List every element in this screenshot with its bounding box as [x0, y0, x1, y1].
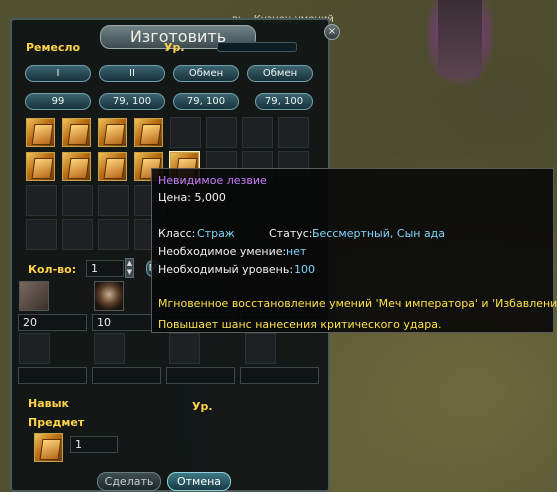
tooltip-price: Цена: 5,000	[158, 191, 226, 204]
recipe-book[interactable]	[134, 118, 163, 147]
material-slot[interactable]	[94, 333, 125, 364]
tab-exchange-1[interactable]: Обмен	[173, 65, 239, 82]
material-slot[interactable]	[19, 333, 50, 364]
tab-1[interactable]: I	[25, 65, 91, 82]
statue	[438, 0, 482, 78]
recipe-book[interactable]	[62, 118, 91, 147]
recipe-book[interactable]	[98, 152, 127, 181]
item-label: Предмет	[28, 416, 85, 429]
level-label: Ур.	[164, 41, 185, 54]
quantity-stepper[interactable]: ▲ ▼	[125, 258, 134, 278]
count-3: 79, 100	[173, 93, 239, 110]
material-slot[interactable]	[169, 333, 200, 364]
tab-2[interactable]: II	[99, 65, 165, 82]
material-sword-icon[interactable]	[19, 281, 49, 311]
recipe-slot[interactable]	[278, 117, 309, 148]
craft-level-bar	[217, 42, 297, 52]
count-4: 79, 100	[255, 93, 313, 110]
craft-label: Ремесло	[26, 41, 81, 54]
tooltip-level-value: 100	[294, 263, 315, 276]
material-count-5	[18, 367, 87, 384]
skill-label: Навык	[28, 397, 70, 410]
tooltip-description-2: Повышает шанс нанесения критического уда…	[158, 318, 442, 331]
tooltip-class-label: Класс:	[158, 227, 196, 240]
tooltip-skill-label: Необходимое умение:	[158, 245, 287, 258]
recipe-book[interactable]	[26, 118, 55, 147]
item-tooltip: Невидимое лезвие Цена: 5,000 Класс: Стра…	[151, 168, 557, 333]
tooltip-status-label: Статус:	[269, 227, 313, 240]
close-button[interactable]: ×	[324, 24, 340, 40]
recipe-slot[interactable]	[242, 117, 273, 148]
recipe-book[interactable]	[62, 152, 91, 181]
recipe-slot[interactable]	[206, 117, 237, 148]
result-item-icon[interactable]	[34, 433, 63, 462]
tab-exchange-2[interactable]: Обмен	[247, 65, 313, 82]
recipe-slot[interactable]	[170, 117, 201, 148]
tooltip-item-name: Невидимое лезвие	[158, 174, 267, 187]
count-1: 99	[25, 93, 91, 110]
recipe-slot[interactable]	[26, 219, 57, 250]
recipe-slot[interactable]	[98, 219, 129, 250]
skill-level-label: Ур.	[192, 400, 213, 413]
cancel-button[interactable]: Отмена	[167, 472, 231, 491]
recipe-book[interactable]	[98, 118, 127, 147]
recipe-slot[interactable]	[98, 185, 129, 216]
recipe-slot[interactable]	[62, 219, 93, 250]
recipe-slot[interactable]	[62, 185, 93, 216]
count-2: 79, 100	[99, 93, 165, 110]
tooltip-description-1: Мгновенное восстановление умений 'Меч им…	[158, 297, 557, 310]
tooltip-class-value: Страж	[197, 227, 235, 240]
make-button[interactable]: Сделать	[97, 472, 161, 491]
result-count: 1	[70, 436, 118, 453]
material-slot[interactable]	[245, 333, 276, 364]
material-count-1: 20	[18, 314, 87, 331]
tooltip-level-label: Необходимый уровень:	[158, 263, 294, 276]
recipe-slot[interactable]	[26, 185, 57, 216]
tooltip-status-value: Бессмертный, Сын ада	[312, 227, 446, 240]
tooltip-skill-value: нет	[286, 245, 307, 258]
material-count-8	[240, 367, 319, 384]
quantity-label: Кол-во:	[28, 263, 77, 276]
quantity-input[interactable]: 1	[86, 260, 124, 277]
material-count-7	[166, 367, 235, 384]
material-count-6	[92, 367, 161, 384]
recipe-book[interactable]	[26, 152, 55, 181]
material-orb-icon[interactable]	[94, 281, 124, 311]
